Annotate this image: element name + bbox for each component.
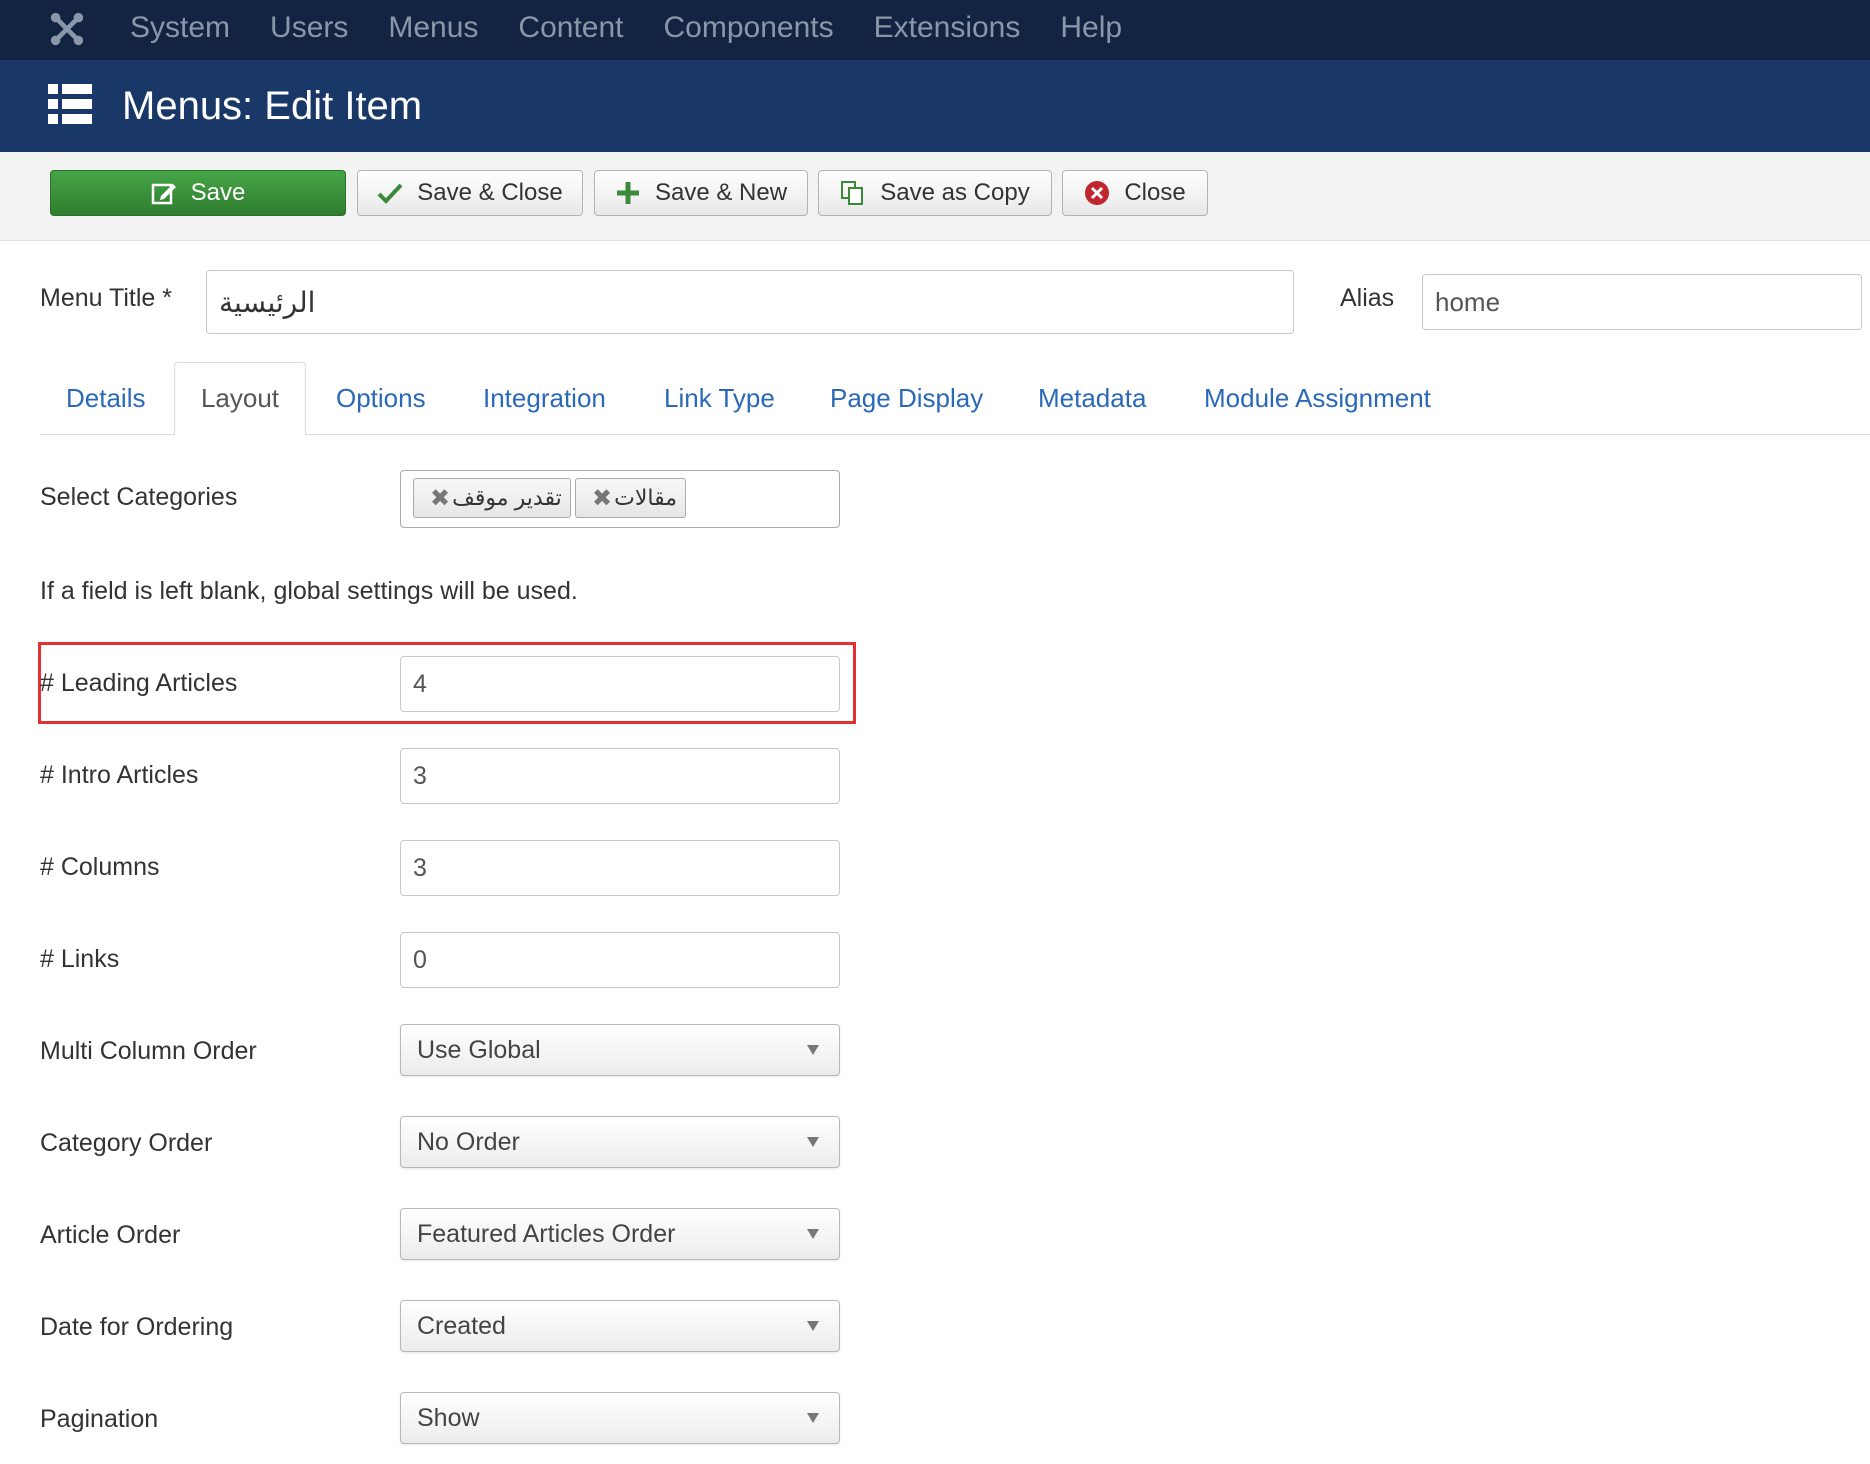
menu-title-value: الرئيسية — [219, 286, 316, 318]
tab-layout[interactable]: Layout — [174, 362, 306, 436]
intro-articles-input[interactable]: 3 — [400, 748, 840, 804]
category-tag-label: مقالات — [614, 485, 677, 510]
leading-articles-value: 4 — [413, 669, 427, 698]
close-button[interactable]: Close — [1062, 170, 1208, 216]
topnav-users[interactable]: Users — [270, 0, 348, 60]
category-order-label: Category Order — [40, 1129, 213, 1157]
top-menu: System Users Menus Content Components Ex… — [130, 0, 1162, 60]
tab-details[interactable]: Details — [66, 362, 145, 434]
save-as-copy-button[interactable]: Save as Copy — [818, 170, 1052, 216]
category-tag: مقالات ✖ — [575, 478, 686, 518]
top-navbar: System Users Menus Content Components Ex… — [0, 0, 1870, 60]
pagination-select[interactable]: Show — [400, 1392, 840, 1444]
topnav-components[interactable]: Components — [664, 0, 834, 60]
topnav-extensions[interactable]: Extensions — [874, 0, 1021, 60]
links-value: 0 — [413, 945, 427, 974]
tab-integration[interactable]: Integration — [483, 362, 606, 434]
topnav-system[interactable]: System — [130, 0, 230, 60]
toolbar: Save Save & Close Save & New Save as Cop… — [0, 152, 1870, 241]
intro-articles-value: 3 — [413, 761, 427, 790]
save-close-button[interactable]: Save & Close — [357, 170, 583, 216]
page-header: Menus: Edit Item — [0, 60, 1870, 152]
close-label: Close — [1124, 179, 1186, 206]
page-title: Menus: Edit Item — [122, 84, 423, 128]
multi-column-order-label: Multi Column Order — [40, 1037, 257, 1065]
menu-title-label: Menu Title * — [40, 284, 173, 312]
date-ordering-value: Created — [417, 1311, 506, 1340]
remove-tag-icon[interactable]: ✖ — [430, 484, 450, 513]
save-close-label: Save & Close — [417, 179, 563, 206]
copy-icon — [841, 181, 864, 205]
pagination-label: Pagination — [40, 1405, 159, 1433]
category-order-value: No Order — [417, 1127, 520, 1156]
alias-value: home — [1435, 286, 1501, 317]
links-label: # Links — [40, 945, 120, 973]
tab-bar: Details Layout Options Integration Link … — [40, 362, 1870, 436]
category-tag-label: تقدير موقف — [452, 485, 562, 510]
columns-label: # Columns — [40, 853, 160, 881]
date-ordering-select[interactable]: Created — [400, 1300, 840, 1352]
plus-icon — [616, 182, 639, 204]
joomla-logo-icon[interactable] — [48, 10, 86, 48]
dropdown-arrow-icon — [807, 1413, 819, 1423]
multi-column-order-value: Use Global — [417, 1035, 541, 1064]
alias-input[interactable]: home — [1422, 274, 1862, 330]
global-settings-note: If a field is left blank, global setting… — [40, 577, 578, 605]
tab-metadata[interactable]: Metadata — [1038, 362, 1146, 434]
multi-column-order-select[interactable]: Use Global — [400, 1024, 840, 1076]
topnav-menus[interactable]: Menus — [388, 0, 478, 60]
select-categories-label: Select Categories — [40, 483, 238, 511]
pagination-value: Show — [417, 1403, 480, 1432]
list-icon — [48, 82, 92, 126]
dropdown-arrow-icon — [807, 1321, 819, 1331]
tab-page-display[interactable]: Page Display — [830, 362, 983, 434]
checkmark-icon — [377, 183, 403, 204]
topnav-content[interactable]: Content — [518, 0, 623, 60]
category-order-select[interactable]: No Order — [400, 1116, 840, 1168]
tab-link-type[interactable]: Link Type — [664, 362, 775, 434]
save-new-button[interactable]: Save & New — [594, 170, 808, 216]
save-new-label: Save & New — [654, 179, 788, 206]
columns-value: 3 — [413, 853, 427, 882]
categories-multiselect[interactable]: تقدير موقف ✖ مقالات ✖ — [400, 470, 840, 528]
edit-icon — [151, 183, 176, 205]
dropdown-arrow-icon — [807, 1045, 819, 1055]
article-order-label: Article Order — [40, 1221, 181, 1249]
columns-input[interactable]: 3 — [400, 840, 840, 896]
leading-articles-input[interactable]: 4 — [400, 656, 840, 712]
save-label: Save — [190, 179, 246, 206]
close-circle-icon — [1085, 181, 1110, 205]
date-ordering-label: Date for Ordering — [40, 1313, 234, 1341]
remove-tag-icon[interactable]: ✖ — [592, 484, 612, 513]
alias-label: Alias — [1340, 284, 1395, 312]
save-button[interactable]: Save — [50, 170, 346, 216]
menu-title-input[interactable]: الرئيسية — [206, 270, 1294, 334]
links-input[interactable]: 0 — [400, 932, 840, 988]
dropdown-arrow-icon — [807, 1229, 819, 1239]
leading-articles-label: # Leading Articles — [40, 669, 238, 697]
dropdown-arrow-icon — [807, 1137, 819, 1147]
article-order-select[interactable]: Featured Articles Order — [400, 1208, 840, 1260]
intro-articles-label: # Intro Articles — [40, 761, 199, 789]
article-order-value: Featured Articles Order — [417, 1219, 676, 1248]
save-as-copy-label: Save as Copy — [880, 179, 1030, 206]
tab-module-assignment[interactable]: Module Assignment — [1204, 362, 1431, 434]
topnav-help[interactable]: Help — [1060, 0, 1122, 60]
category-tag: تقدير موقف ✖ — [413, 478, 571, 518]
tab-options[interactable]: Options — [336, 362, 426, 434]
